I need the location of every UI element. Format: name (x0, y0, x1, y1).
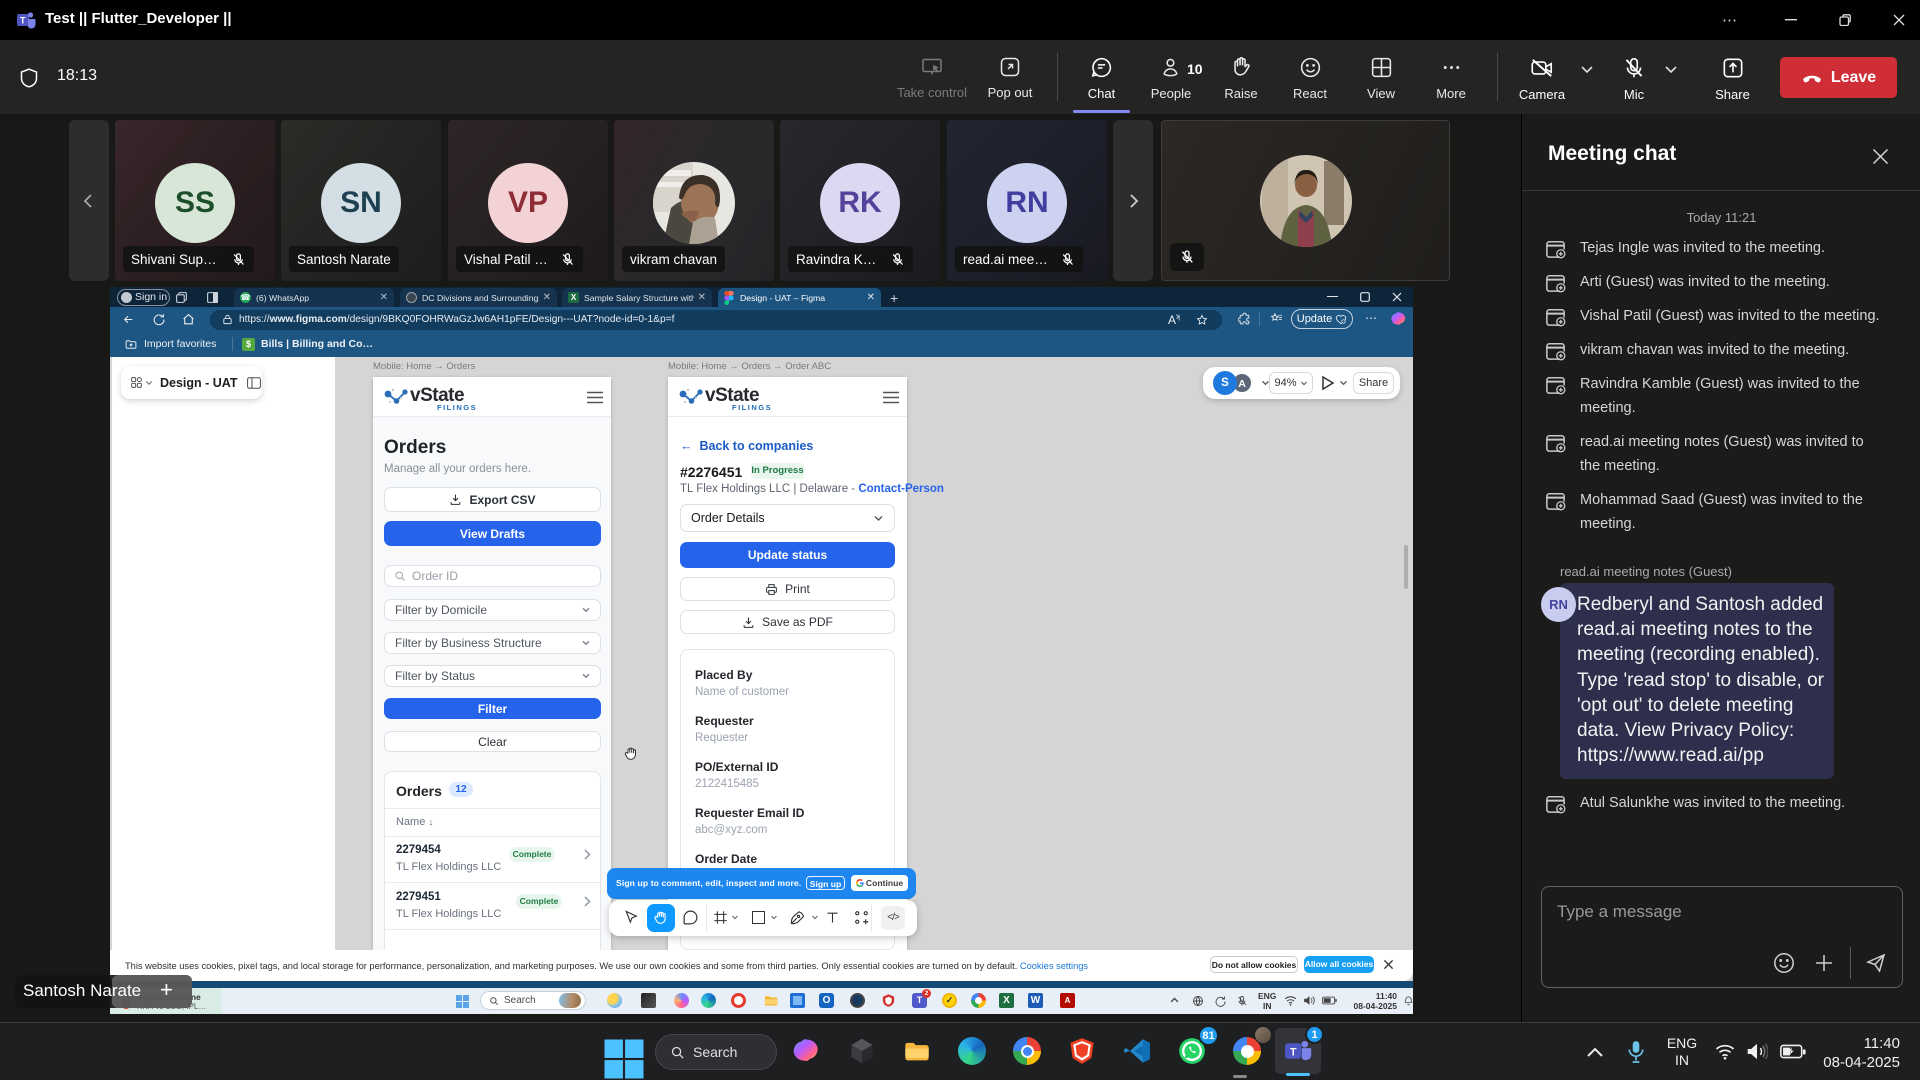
svg-text:T: T (20, 16, 26, 26)
svg-text:T: T (1289, 1046, 1296, 1058)
